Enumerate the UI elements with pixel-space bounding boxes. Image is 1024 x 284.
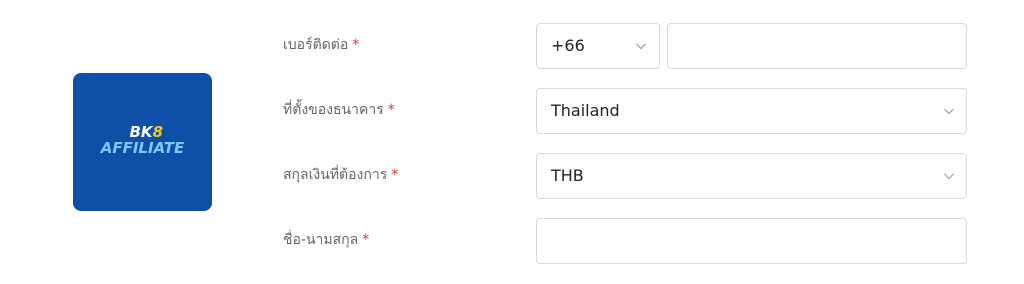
full-name-input[interactable] [536, 218, 967, 264]
country-code-value: +66 [551, 36, 585, 55]
phone-label-text: เบอร์ติดต่อ [283, 37, 349, 53]
currency-label: สกุลเงินที่ต้องการ * [283, 164, 398, 186]
registration-form-page: BK8 AFFILIATE เบอร์ติดต่อ * +66 ที่ตั้งขอ… [0, 0, 1024, 284]
chevron-down-icon [943, 170, 955, 182]
bank-location-label: ที่ตั้งของธนาคาร * [283, 99, 395, 121]
chevron-down-icon [635, 40, 647, 52]
logo-brand: BK8 [84, 124, 202, 140]
phone-number-input[interactable] [667, 23, 967, 69]
chevron-down-icon [943, 105, 955, 117]
full-name-label-text: ชื่อ-นามสกุล [283, 232, 359, 248]
full-name-label: ชื่อ-นามสกุล * [283, 229, 369, 251]
required-marker: * [362, 232, 370, 248]
country-code-select[interactable]: +66 [536, 23, 660, 69]
bank-location-select[interactable]: Thailand [536, 88, 967, 134]
currency-value: THB [551, 166, 584, 185]
logo-brand-sub: AFFILIATE [100, 139, 185, 157]
currency-label-text: สกุลเงินที่ต้องการ [283, 167, 388, 183]
bk8-affiliate-logo: BK8 AFFILIATE [73, 73, 212, 211]
phone-label: เบอร์ติดต่อ * [283, 34, 359, 56]
required-marker: * [387, 102, 395, 118]
bank-location-value: Thailand [551, 101, 620, 120]
required-marker: * [391, 167, 399, 183]
bank-location-label-text: ที่ตั้งของธนาคาร [283, 102, 384, 118]
currency-select[interactable]: THB [536, 153, 967, 199]
required-marker: * [352, 37, 360, 53]
